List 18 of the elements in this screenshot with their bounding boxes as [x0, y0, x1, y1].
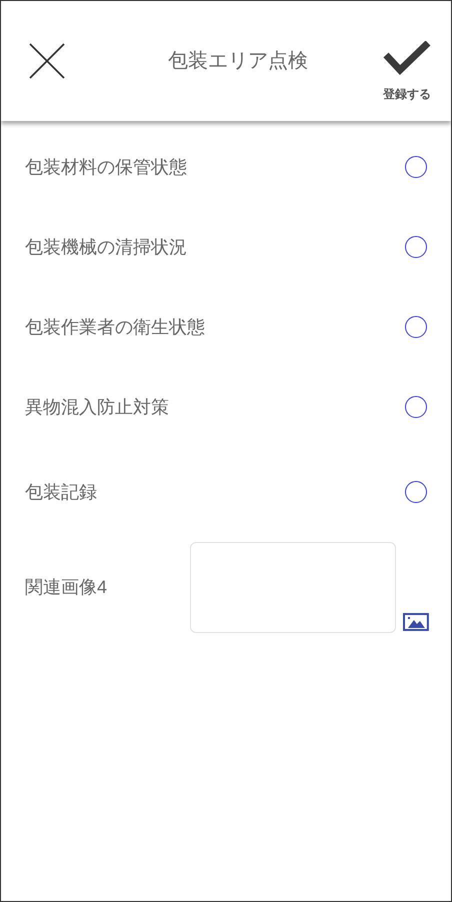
radio-button[interactable]: [405, 316, 427, 338]
image-field[interactable]: [190, 542, 396, 632]
item-label: 関連画像4: [25, 576, 108, 598]
save-button[interactable]: 登録する: [383, 41, 431, 103]
radio-button[interactable]: [405, 396, 427, 418]
window-title: 包装エリア点検: [168, 49, 308, 74]
radio-button[interactable]: [405, 156, 427, 178]
check-icon: [383, 41, 431, 75]
close-icon: [29, 43, 65, 79]
item-label: 包装作業者の衛生状態: [25, 316, 205, 338]
item-label: 包装記録: [25, 480, 97, 504]
item-label: 異物混入防止対策: [25, 396, 169, 418]
radio-button[interactable]: [405, 481, 427, 503]
item-label: 包装機械の清掃状況: [25, 236, 187, 258]
image-icon[interactable]: [403, 613, 429, 631]
item-label: 包装材料の保管状態: [25, 156, 187, 178]
radio-button[interactable]: [405, 236, 427, 258]
close-button[interactable]: [29, 43, 65, 79]
